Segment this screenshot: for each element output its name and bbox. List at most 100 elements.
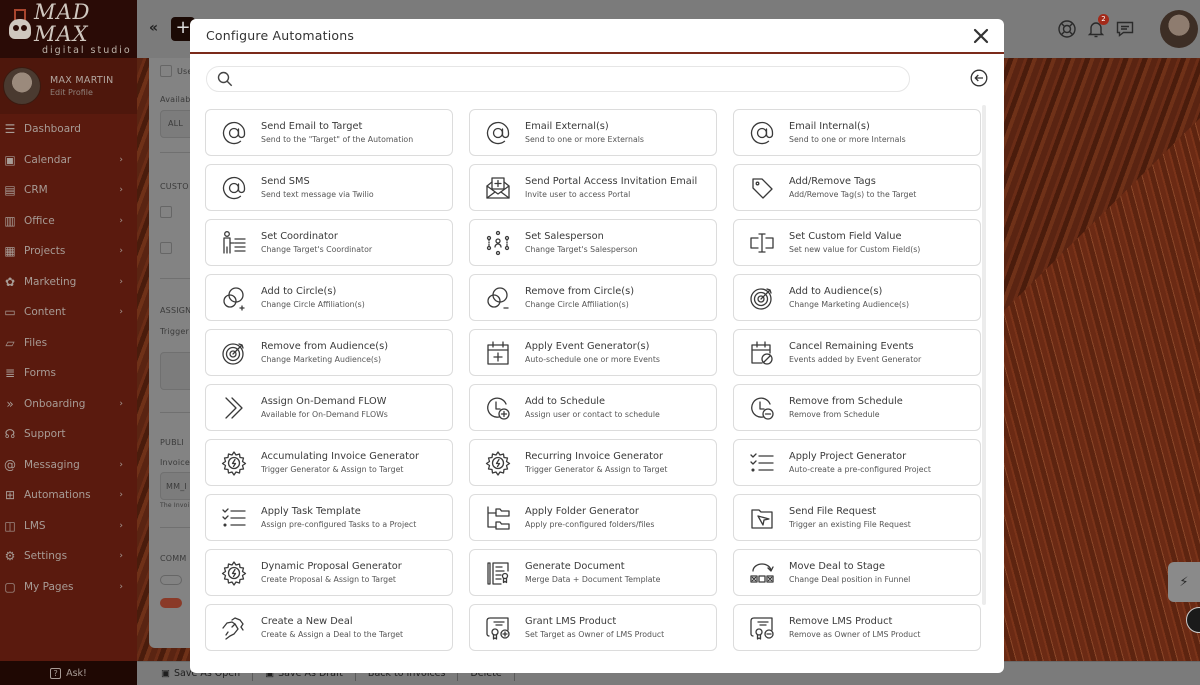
automation-card-send-file-request[interactable]: Send File Request Trigger an existing Fil… [733,494,981,541]
automation-card-remove-from-schedule[interactable]: Remove from Schedule Remove from Schedule [733,384,981,431]
automation-card-move-deal-to-stage[interactable]: Move Deal to Stage Change Deal position i… [733,549,981,596]
card-text: Remove from Schedule Remove from Schedule [789,395,903,421]
card-subtitle: Apply pre-configured folders/files [525,519,655,529]
sidebar-item-label: My Pages [24,580,74,593]
automation-card-apply-project-generator[interactable]: Apply Project Generator Auto-create a pre… [733,439,981,486]
sidebar-item-files[interactable]: ▱ Files [0,328,137,359]
user-avatar[interactable] [1160,10,1198,48]
card-text: Generate Document Merge Data + Document T… [525,560,660,586]
profile-card[interactable]: MAX MARTIN Edit Profile [0,58,137,114]
card-text: Add to Schedule Assign user or contact to… [525,395,660,421]
card-text: Add to Circle(s) Change Circle Affiliatio… [261,285,365,311]
circle-add-icon [219,283,249,313]
sidebar-item-support[interactable]: ☊ Support [0,419,137,450]
automation-card-cancel-remaining-events[interactable]: Cancel Remaining Events Events added by E… [733,329,981,376]
sidebar-item-automations[interactable]: ⊞ Automations › [0,480,137,511]
automation-card-accumulating-invoice-generator[interactable]: Accumulating Invoice Generator Trigger Ge… [205,439,453,486]
custom-checkbox-2[interactable] [160,242,172,254]
close-icon[interactable] [972,27,990,45]
sidebar-item-forms[interactable]: ≣ Forms [0,358,137,389]
gear-bolt-icon [219,448,249,478]
publish-heading: PUBLI [160,438,184,447]
file-request-icon [747,503,777,533]
at-icon: @ [4,457,16,472]
card-subtitle: Merge Data + Document Template [525,574,661,584]
automations-icon: ⊞ [4,488,16,503]
sidebar-item-settings[interactable]: ⚙ Settings › [0,541,137,572]
folder-tree-icon [483,503,513,533]
ask-button[interactable]: ? Ask! [0,661,137,685]
chevron-right-icon: › [119,459,123,470]
brand-logo[interactable]: MAD MAX digital studio [0,0,137,58]
card-title: Add to Schedule [525,395,606,407]
sidebar-item-projects[interactable]: ▦ Projects › [0,236,137,267]
profile-avatar[interactable] [3,67,41,105]
modal-scrollbar[interactable] [982,105,986,605]
automation-card-add-to-audience-s[interactable]: Add to Audience(s) Change Marketing Audie… [733,274,981,321]
automation-card-set-salesperson[interactable]: Set Salesperson Change Target's Salespers… [469,219,717,266]
notifications-bell-icon[interactable]: 2 [1084,14,1109,41]
automation-card-grant-lms-product[interactable]: Grant LMS Product Set Target as Owner of … [469,604,717,651]
card-subtitle: Available for On-Demand FLOWs [261,409,388,419]
automation-card-set-coordinator[interactable]: Set Coordinator Change Target's Coordinat… [205,219,453,266]
card-subtitle: Change Target's Salesperson [525,244,638,254]
custom-checkbox-1[interactable] [160,206,172,218]
automation-card-add-remove-tags[interactable]: Add/Remove Tags Add/Remove Tag(s) to the … [733,164,981,211]
sidebar-item-label: Forms [24,367,56,380]
comm-toggle-on[interactable] [160,598,182,608]
automation-card-add-to-circle-s[interactable]: Add to Circle(s) Change Circle Affiliatio… [205,274,453,321]
sidebar-item-my-pages[interactable]: ▢ My Pages › [0,572,137,603]
at-icon [219,118,249,148]
card-text: Move Deal to Stage Change Deal position i… [789,560,910,586]
card-title: Send File Request [789,505,877,517]
sidebar-item-content[interactable]: ▭ Content › [0,297,137,328]
comm-toggle-off[interactable] [160,575,182,585]
sidebar-item-crm[interactable]: ▤ CRM › [0,175,137,206]
back-arrow-icon[interactable] [970,69,988,87]
card-title: Send SMS [261,175,310,187]
card-title: Apply Task Template [261,505,361,517]
automation-card-apply-task-template[interactable]: Apply Task Template Assign pre-configured… [205,494,453,541]
automation-card-apply-folder-generator[interactable]: Apply Folder Generator Apply pre-configur… [469,494,717,541]
sidebar-item-calendar[interactable]: ▣ Calendar › [0,145,137,176]
assign-heading: ASSIGN [160,306,192,315]
sidebar-item-marketing[interactable]: ✿ Marketing › [0,267,137,298]
card-text: Send File Request Trigger an existing Fil… [789,505,911,531]
sidebar-item-onboarding[interactable]: » Onboarding › [0,389,137,420]
help-lifebuoy-icon[interactable] [1055,17,1079,41]
sidebar-item-label: Calendar [24,153,72,166]
card-subtitle: Create & Assign a Deal to the Target [261,629,404,639]
automation-card-apply-event-generator-s[interactable]: Apply Event Generator(s) Auto-schedule on… [469,329,717,376]
automation-card-create-a-new-deal[interactable]: Create a New Deal Create & Assign a Deal … [205,604,453,651]
sidebar-item-office[interactable]: ▥ Office › [0,206,137,237]
collapse-sidebar-icon[interactable]: « [149,20,158,36]
messages-icon[interactable] [1113,17,1137,41]
quick-actions-bolt-button[interactable]: ⚡ [1168,562,1200,602]
sidebar-item-label: Support [24,428,66,441]
search-input[interactable] [241,68,909,90]
use-checkbox[interactable] [160,65,172,77]
automation-card-set-custom-field-value[interactable]: Set Custom Field Value Set new value for … [733,219,981,266]
automation-card-send-sms[interactable]: Send SMS Send text message via Twilio [205,164,453,211]
automation-card-generate-document[interactable]: Generate Document Merge Data + Document T… [469,549,717,596]
automation-card-remove-from-circle-s[interactable]: Remove from Circle(s) Change Circle Affil… [469,274,717,321]
automation-card-send-portal-access-invitation-email[interactable]: Send Portal Access Invitation Email Invit… [469,164,717,211]
automation-card-assign-on-demand-flow[interactable]: Assign On-Demand FLOW Available for On-De… [205,384,453,431]
gear-bolt-icon [219,558,249,588]
automation-card-recurring-invoice-generator[interactable]: Recurring Invoice Generator Trigger Gener… [469,439,717,486]
automation-card-dynamic-proposal-generator[interactable]: Dynamic Proposal Generator Create Proposa… [205,549,453,596]
automation-card-remove-from-audience-s[interactable]: Remove from Audience(s) Change Marketing … [205,329,453,376]
automation-card-email-internal-s[interactable]: Email Internal(s) Send to one or more Int… [733,109,981,156]
automation-card-add-to-schedule[interactable]: Add to Schedule Assign user or contact to… [469,384,717,431]
automation-card-email-external-s[interactable]: Email External(s) Send to one or more Ext… [469,109,717,156]
sidebar-item-messaging[interactable]: @ Messaging › [0,450,137,481]
calendar-cancel-icon [747,338,777,368]
automation-card-send-email-to-target[interactable]: Send Email to Target Send to the "Target"… [205,109,453,156]
sidebar-item-lms[interactable]: ◫ LMS › [0,511,137,542]
brand-name: MAD MAX [34,0,91,46]
sidebar-item-label: Marketing [24,275,77,288]
automation-card-remove-lms-product[interactable]: Remove LMS Product Remove as Owner of LMS… [733,604,981,651]
chevron-right-icon: › [119,246,123,257]
sidebar-item-dashboard[interactable]: ☰ Dashboard [0,114,137,145]
edit-profile-link[interactable]: Edit Profile [50,88,114,97]
